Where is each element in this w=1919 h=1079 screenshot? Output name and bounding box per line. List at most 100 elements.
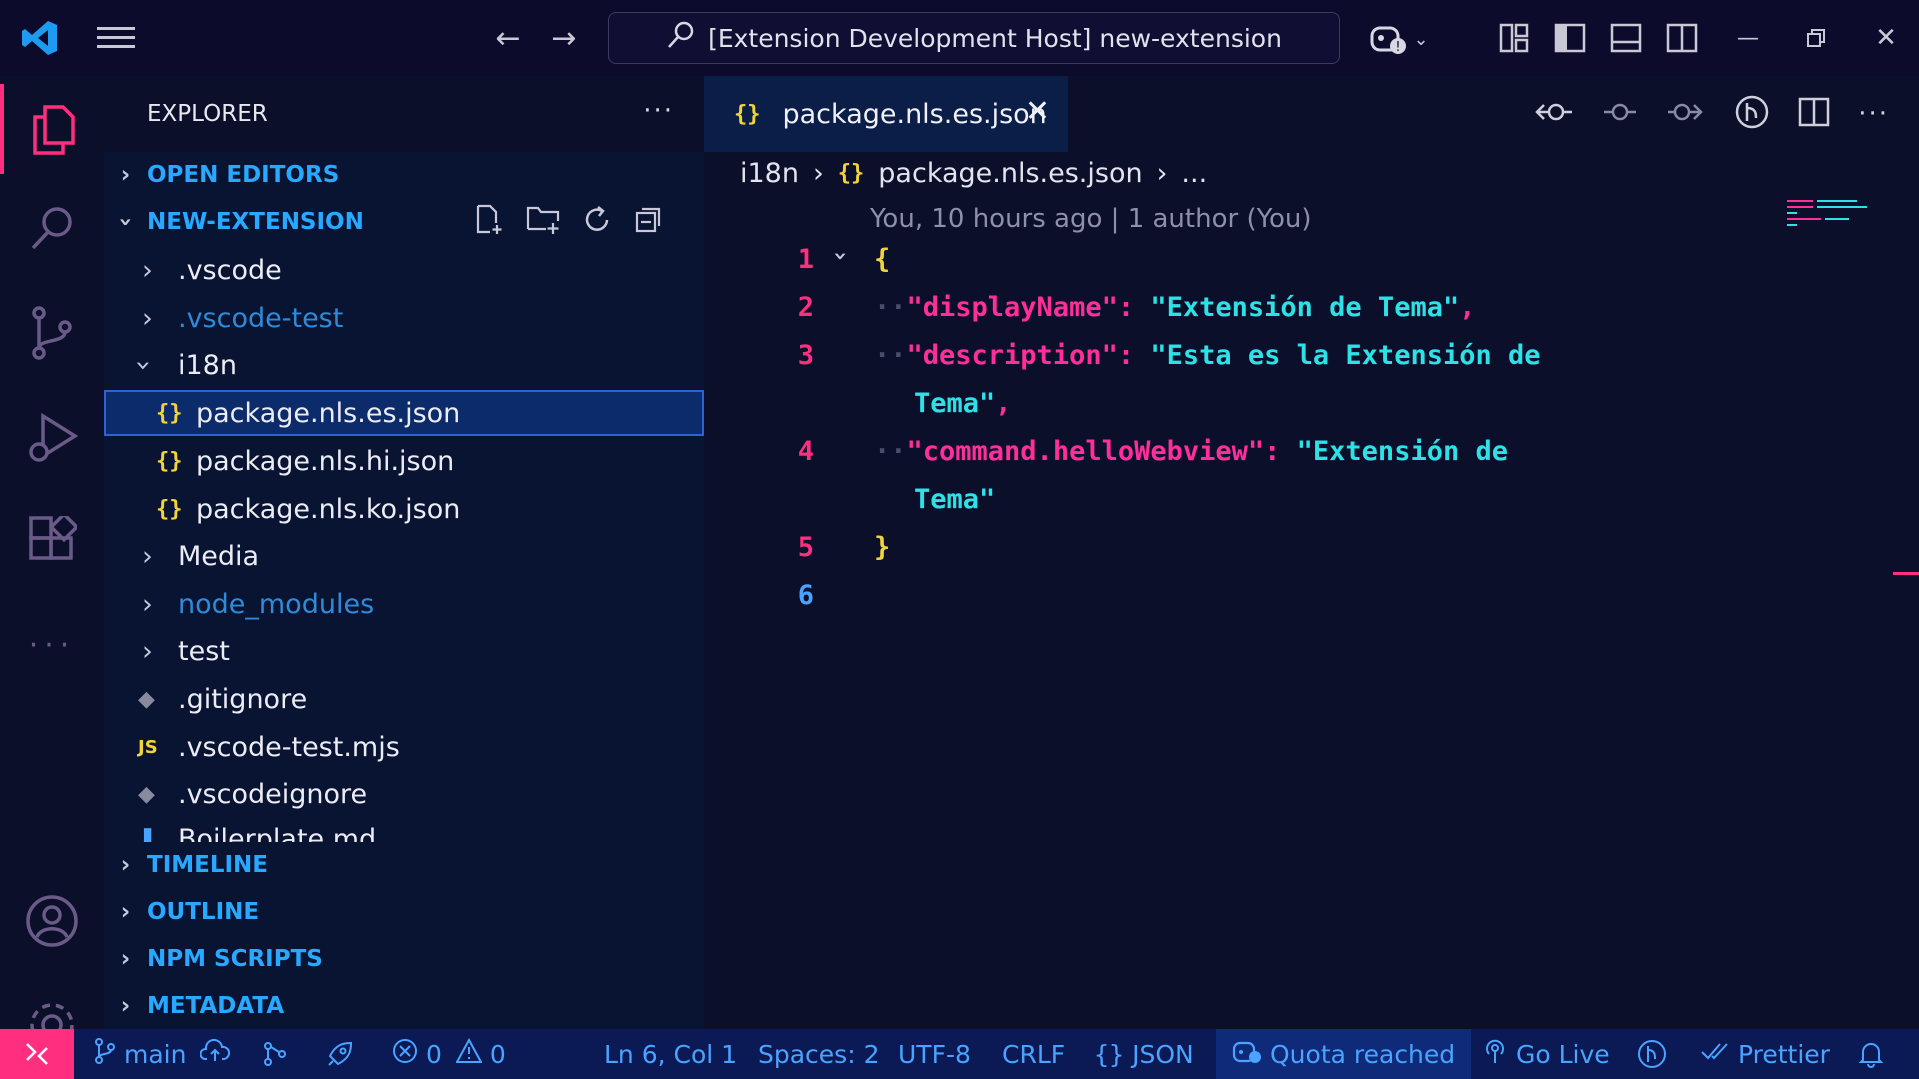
- encoding-status[interactable]: UTF-8: [898, 1029, 971, 1079]
- new-folder-icon[interactable]: [526, 203, 560, 241]
- bottom-sections: › TIMELINE › OUTLINE › NPM SCRIPTS › MET…: [104, 842, 704, 1029]
- tree-folder-vscode[interactable]: › .vscode: [104, 247, 704, 293]
- tree-file-boilerplate-md[interactable]: ▮ Boilerplate.md: [104, 816, 704, 842]
- chevron-right-icon: ›: [120, 946, 131, 972]
- json-file-icon: {}: [734, 101, 761, 127]
- gitlens-status-icon[interactable]: [1636, 1029, 1668, 1079]
- status-bar: main 0 0 Ln 6, Col 1 Spaces: 2 UTF-8 CRL…: [0, 1029, 1919, 1079]
- minimap[interactable]: [1787, 198, 1877, 238]
- chevron-down-icon[interactable]: ⌄: [1410, 24, 1432, 54]
- tree-file-package-nls-es[interactable]: {} package.nls.es.json: [104, 390, 704, 436]
- accounts-icon[interactable]: [0, 876, 104, 966]
- split-editor-icon[interactable]: [1798, 97, 1830, 131]
- go-back-change-icon[interactable]: [1534, 97, 1574, 131]
- breadcrumb-item[interactable]: ...: [1181, 158, 1207, 189]
- collapse-all-icon[interactable]: [634, 203, 664, 241]
- problems-status[interactable]: 0 0: [392, 1029, 506, 1079]
- customize-layout-icon[interactable]: [1496, 20, 1532, 56]
- chevron-right-icon: ›: [120, 899, 131, 925]
- bell-icon[interactable]: [1858, 1029, 1884, 1079]
- rocket-icon[interactable]: [326, 1029, 354, 1079]
- tree-file-package-nls-hi[interactable]: {} package.nls.hi.json: [104, 438, 704, 484]
- git-blame-lens[interactable]: You, 10 hours ago | 1 author (You): [870, 204, 1312, 234]
- gitlens-icon[interactable]: [1734, 94, 1770, 134]
- chevron-right-icon: ›: [812, 158, 824, 189]
- branch-icon: [94, 1038, 116, 1070]
- tree-item-label: Boilerplate.md: [178, 824, 377, 842]
- tree-item-label: Media: [178, 540, 260, 572]
- toggle-panel-icon[interactable]: [1608, 20, 1644, 56]
- remote-indicator-icon[interactable]: [0, 1029, 74, 1079]
- json-file-icon: {}: [156, 400, 183, 426]
- search-icon[interactable]: [0, 184, 104, 274]
- language-label: JSON: [1132, 1039, 1194, 1069]
- close-icon[interactable]: ✕: [1025, 94, 1050, 129]
- copilot-icon[interactable]: !: [1366, 18, 1410, 58]
- menu-icon[interactable]: [96, 20, 136, 56]
- tree-folder-node-modules[interactable]: › node_modules: [104, 581, 704, 627]
- section-project[interactable]: › NEW-EXTENSION: [104, 199, 704, 245]
- minimize-icon[interactable]: —: [1730, 20, 1766, 56]
- tree-folder-i18n[interactable]: › i18n: [104, 342, 704, 388]
- language-status[interactable]: {} JSON: [1094, 1029, 1194, 1079]
- explorer-icon[interactable]: [0, 84, 104, 174]
- fold-chevron-icon[interactable]: ›: [827, 249, 855, 263]
- eol-status[interactable]: CRLF: [1002, 1029, 1065, 1079]
- breadcrumb-item[interactable]: i18n: [740, 158, 799, 189]
- chevron-right-icon: ›: [1156, 158, 1168, 189]
- error-count: 0: [426, 1039, 442, 1069]
- more-views-icon[interactable]: ···: [0, 600, 104, 690]
- tree-folder-test[interactable]: › test: [104, 628, 704, 674]
- tree-folder-media[interactable]: › Media: [104, 533, 704, 579]
- tree-file-vscodeignore[interactable]: ◆ .vscodeignore: [104, 771, 704, 817]
- go-live-label: Go Live: [1516, 1039, 1610, 1069]
- sync-icon[interactable]: [199, 1038, 231, 1069]
- code-line: 5 }: [704, 532, 1884, 572]
- section-open-editors[interactable]: › OPEN EDITORS: [104, 152, 704, 198]
- git-graph-icon[interactable]: [262, 1029, 288, 1079]
- section-npm-scripts[interactable]: › NPM SCRIPTS: [104, 936, 704, 982]
- tree-item-label: .vscode: [178, 254, 282, 286]
- command-center-search[interactable]: [Extension Development Host] new-extensi…: [608, 12, 1340, 64]
- more-actions-icon[interactable]: ···: [643, 96, 674, 126]
- tab-package-nls-es[interactable]: {} package.nls.es.json ✕: [704, 76, 1068, 152]
- section-metadata[interactable]: › METADATA: [104, 983, 704, 1029]
- close-window-icon[interactable]: ✕: [1868, 20, 1904, 56]
- indentation-status[interactable]: Spaces: 2: [758, 1029, 879, 1079]
- prettier-status[interactable]: Prettier: [1700, 1029, 1830, 1079]
- section-outline[interactable]: › OUTLINE: [104, 889, 704, 935]
- go-live-status[interactable]: Go Live: [1482, 1029, 1610, 1079]
- timeline-dot-icon[interactable]: [1602, 97, 1638, 131]
- restore-icon[interactable]: [1798, 20, 1834, 56]
- toggle-sidebar-icon[interactable]: [1552, 20, 1588, 56]
- breadcrumb-item[interactable]: package.nls.es.json: [878, 158, 1142, 189]
- go-forward-change-icon[interactable]: [1666, 97, 1706, 131]
- run-debug-icon[interactable]: [0, 394, 104, 484]
- back-arrow-icon[interactable]: ←: [488, 20, 528, 56]
- chevron-right-icon: ›: [142, 588, 153, 620]
- warning-icon: [455, 1037, 483, 1070]
- tree-file-gitignore[interactable]: ◆ .gitignore: [104, 676, 704, 722]
- new-file-icon[interactable]: [472, 203, 504, 241]
- explorer-sidebar: EXPLORER ··· › OPEN EDITORS › NEW-EXTENS…: [104, 76, 704, 1029]
- branch-status[interactable]: main: [94, 1029, 231, 1079]
- refresh-icon[interactable]: [582, 203, 612, 241]
- cursor-position[interactable]: Ln 6, Col 1: [604, 1029, 737, 1079]
- tree-file-vscode-test-mjs[interactable]: JS .vscode-test.mjs: [104, 724, 704, 770]
- extensions-icon[interactable]: [0, 496, 104, 586]
- section-label: NPM SCRIPTS: [147, 946, 323, 972]
- forward-arrow-icon[interactable]: →: [544, 20, 584, 56]
- line-number: 1: [797, 244, 814, 275]
- toggle-secondary-sidebar-icon[interactable]: [1664, 20, 1700, 56]
- section-timeline[interactable]: › TIMELINE: [104, 842, 704, 888]
- tree-file-package-nls-ko[interactable]: {} package.nls.ko.json: [104, 486, 704, 532]
- title-bar: ← → [Extension Development Host] new-ext…: [0, 0, 1919, 76]
- tree-folder-vscode-test[interactable]: › .vscode-test: [104, 295, 704, 341]
- code-line: 3 ··"description": "Esta es la Extensión…: [704, 340, 1884, 380]
- quota-status[interactable]: Quota reached: [1216, 1029, 1472, 1079]
- activity-bar: ···: [0, 76, 104, 1047]
- more-actions-icon[interactable]: ···: [1858, 99, 1889, 129]
- source-control-icon[interactable]: [0, 288, 104, 378]
- search-text: [Extension Development Host] new-extensi…: [708, 23, 1282, 53]
- line-number: 5: [797, 532, 814, 563]
